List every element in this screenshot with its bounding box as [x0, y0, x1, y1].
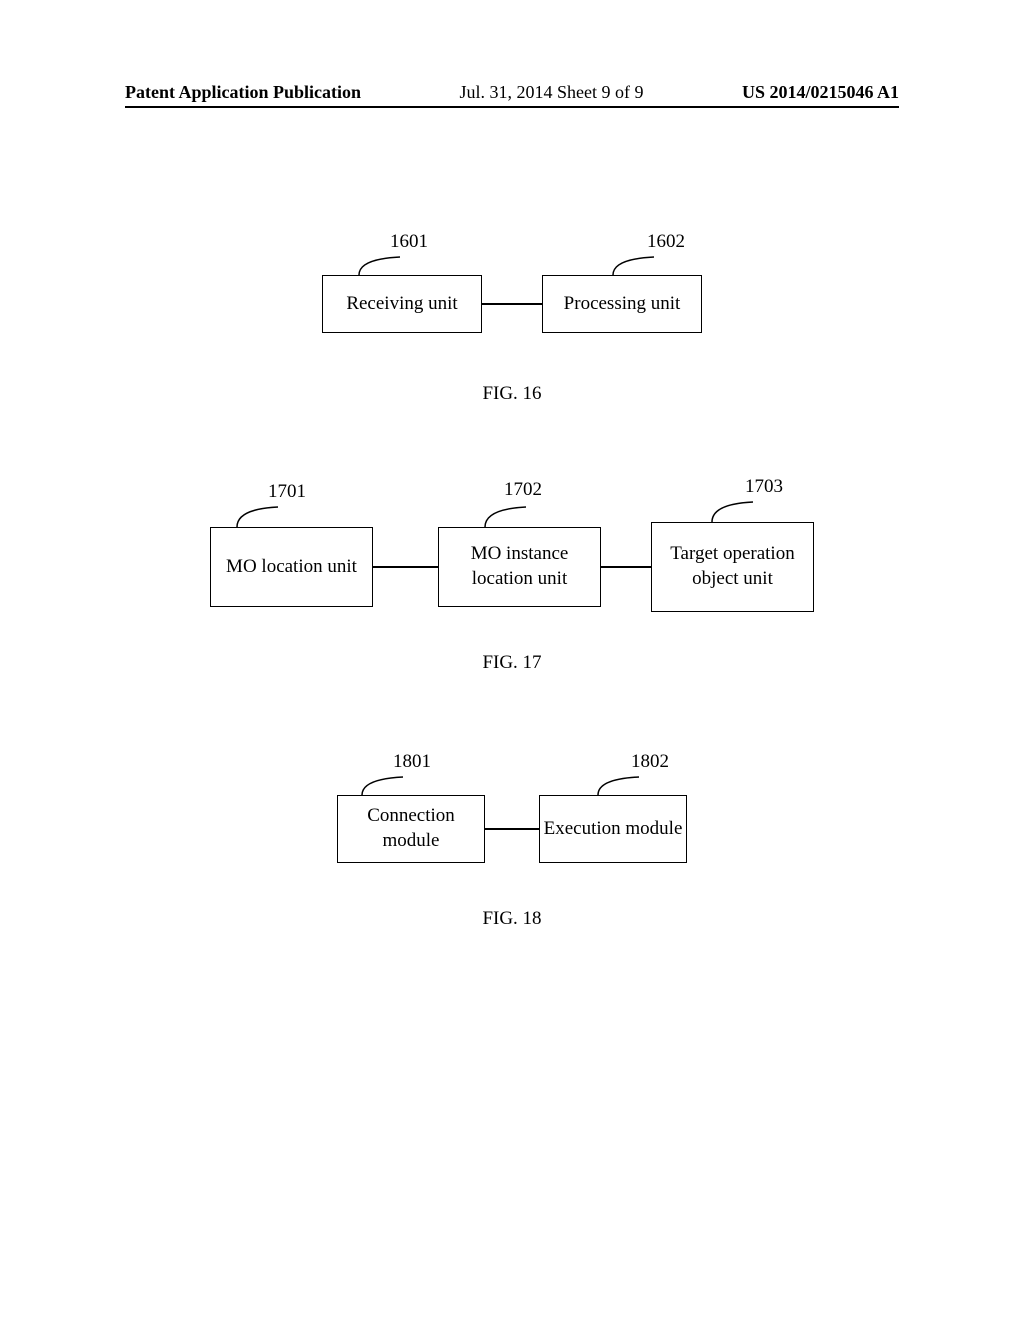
page-header: Patent Application Publication Jul. 31, … — [0, 82, 1024, 103]
fig18-caption: FIG. 18 — [0, 908, 1024, 930]
fig17-box-mo-instance-location-unit: MO instance location unit — [438, 527, 601, 607]
leader-icon — [610, 255, 660, 284]
header-right: US 2014/0215046 A1 — [742, 82, 899, 103]
leader-icon — [359, 775, 409, 804]
fig18-box1-wrap: 1801 Connection module — [337, 795, 485, 863]
leader-icon — [482, 505, 532, 534]
fig17-ref2: 1702 — [504, 479, 542, 501]
leader-icon — [234, 505, 284, 534]
fig17-ref1: 1701 — [268, 481, 306, 503]
fig18-box-execution-module: Execution module — [539, 795, 687, 863]
figure-16: 1601 Receiving unit 1602 Processing unit… — [0, 275, 1024, 405]
fig18-box-connection-module: Connection module — [337, 795, 485, 863]
fig17-box-target-operation-object-unit: Target operation object unit — [651, 522, 814, 612]
fig17-box-mo-location-unit: MO location unit — [210, 527, 373, 607]
fig16-caption: FIG. 16 — [0, 383, 1024, 405]
fig16-diagram: 1601 Receiving unit 1602 Processing unit — [0, 275, 1024, 333]
fig16-box2-wrap: 1602 Processing unit — [542, 275, 702, 333]
figure-18: 1801 Connection module 1802 Execution mo… — [0, 795, 1024, 930]
fig17-caption: FIG. 17 — [0, 652, 1024, 674]
connector-line — [601, 566, 651, 568]
fig16-box1-wrap: 1601 Receiving unit — [322, 275, 482, 333]
header-left: Patent Application Publication — [125, 82, 361, 103]
figure-17: 1701 MO location unit 1702 MO instance l… — [0, 522, 1024, 674]
fig16-ref2: 1602 — [647, 231, 685, 253]
fig17-box2-wrap: 1702 MO instance location unit — [438, 527, 601, 607]
fig18-diagram: 1801 Connection module 1802 Execution mo… — [0, 795, 1024, 863]
connector-line — [373, 566, 438, 568]
leader-icon — [709, 500, 759, 529]
fig18-ref1: 1801 — [393, 751, 431, 773]
fig17-box1-wrap: 1701 MO location unit — [210, 527, 373, 607]
fig16-ref1: 1601 — [390, 231, 428, 253]
fig17-box3-wrap: 1703 Target operation object unit — [651, 522, 814, 612]
fig18-ref2: 1802 — [631, 751, 669, 773]
header-rule — [125, 106, 899, 108]
fig18-box2-wrap: 1802 Execution module — [539, 795, 687, 863]
header-center: Jul. 31, 2014 Sheet 9 of 9 — [460, 82, 644, 103]
fig17-diagram: 1701 MO location unit 1702 MO instance l… — [0, 522, 1024, 612]
connector-line — [482, 303, 542, 305]
leader-icon — [595, 775, 645, 804]
connector-line — [485, 828, 539, 830]
fig17-ref3: 1703 — [745, 476, 783, 498]
leader-icon — [356, 255, 406, 284]
